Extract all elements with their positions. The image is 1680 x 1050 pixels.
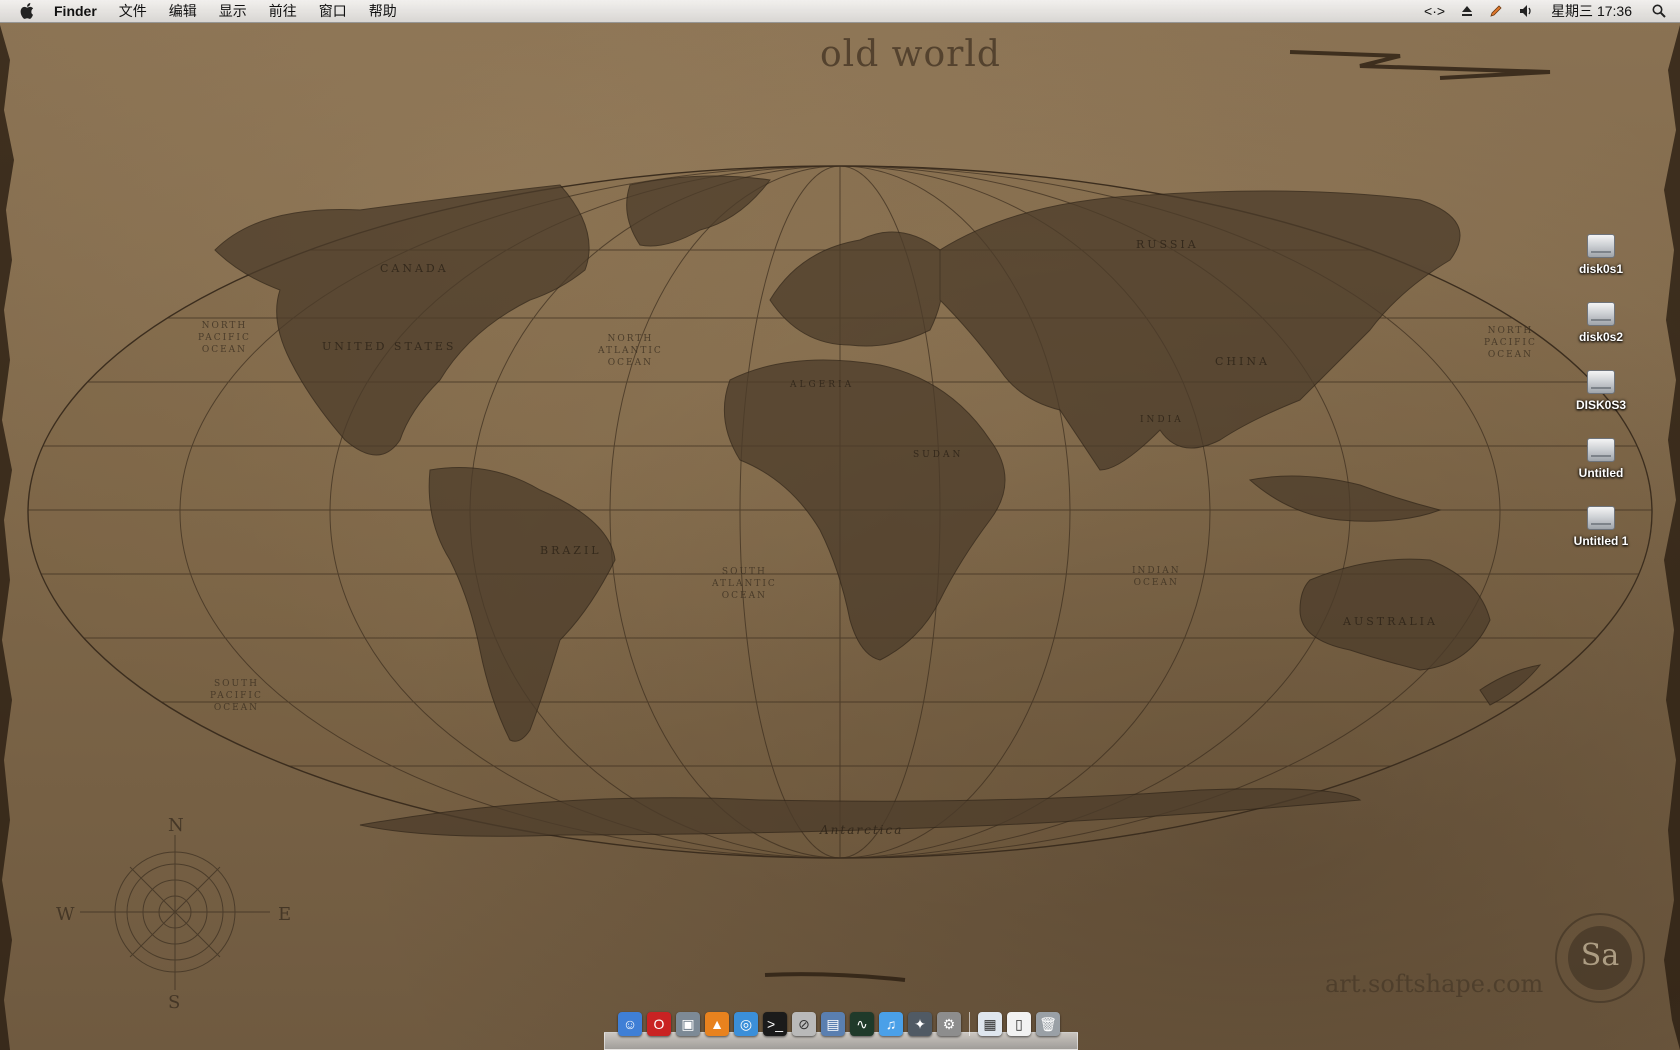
map-label-india: INDIA [1140, 415, 1184, 425]
itunes-glyph: ♫ [885, 1016, 897, 1032]
map-label-sudan: SUDAN [913, 450, 964, 460]
utility-app-glyph: ✦ [914, 1015, 926, 1032]
no-entry-app-glyph: ⊘ [798, 1015, 810, 1032]
map-label-algeria: ALGERIA [790, 380, 855, 390]
ocean-label-north-atlantic: NORTH ATLANTIC OCEAN [598, 334, 663, 368]
document-stack-icon[interactable]: ▯ [1007, 1012, 1031, 1036]
desktop-icon-untitled-1[interactable]: Untitled 1 [1561, 506, 1641, 548]
menubar-clock[interactable]: 星期三 17:36 [1543, 0, 1644, 22]
map-label-russia: RUSSIA [1136, 238, 1199, 251]
preview-glyph: ▣ [681, 1015, 695, 1032]
menu-app-finder[interactable]: Finder [38, 0, 108, 22]
menu-help[interactable]: 帮助 [358, 0, 408, 22]
desktop-icon-disk0s3[interactable]: DISK0S3 [1561, 370, 1641, 412]
map-label-united-states: UNITED STATES [322, 340, 457, 353]
wallpaper-title: old world [820, 34, 1001, 75]
seal-initials: Sa [1580, 938, 1620, 973]
document-stack-glyph: ▯ [1015, 1015, 1023, 1032]
compass-rose-graphic [80, 835, 270, 990]
pen-icon[interactable] [1481, 0, 1511, 22]
utility-app-icon[interactable]: ✦ [908, 1012, 932, 1036]
system-preferences-icon[interactable]: ⚙ [937, 1012, 961, 1036]
menu-view[interactable]: 显示 [208, 0, 258, 22]
external-drive-icon [1587, 302, 1615, 326]
itunes-icon[interactable]: ♫ [879, 1012, 903, 1036]
map-label-antarctica: Antarctica [820, 823, 904, 837]
activity-monitor-icon[interactable]: ∿ [850, 1012, 874, 1036]
volume-icon[interactable] [1511, 0, 1543, 22]
desktop-wallpaper: old world CANADA UNITED STATES BRAZIL RU… [0, 0, 1680, 1050]
desktop-icon-label: Untitled [1578, 466, 1624, 480]
safari-glyph: ◎ [739, 1015, 753, 1032]
vlc-glyph: ▲ [710, 1016, 724, 1032]
desktop-icon-label: DISK0S3 [1575, 398, 1627, 412]
opera-icon[interactable]: O [647, 1012, 671, 1036]
menu-go[interactable]: 前往 [258, 0, 308, 22]
no-entry-app-icon[interactable]: ⊘ [792, 1012, 816, 1036]
spotlight-search-icon[interactable] [1644, 0, 1680, 22]
vlc-icon[interactable]: ▲ [705, 1012, 729, 1036]
safari-icon[interactable]: ◎ [734, 1012, 758, 1036]
external-drive-icon [1587, 370, 1615, 394]
desktop-icon-label: disk0s1 [1578, 262, 1624, 276]
finder-glyph: ☺ [622, 1016, 638, 1032]
compass-north: N [168, 815, 184, 836]
world-map-graphic [0, 25, 1680, 1050]
photos-glyph: ▤ [826, 1015, 840, 1032]
script-icon[interactable]: <·> [1416, 0, 1453, 22]
compass-east: E [278, 904, 292, 925]
menu-window[interactable]: 窗口 [308, 0, 358, 22]
script-menu-glyph: <·> [1424, 3, 1446, 19]
map-label-china: CHINA [1215, 355, 1270, 368]
applications-stack-icon[interactable]: ▦ [978, 1012, 1002, 1036]
apple-logo-icon[interactable] [16, 0, 38, 22]
activity-monitor-glyph: ∿ [856, 1015, 868, 1032]
compass-south: S [168, 992, 181, 1013]
desktop-icon-disk0s1[interactable]: disk0s1 [1561, 234, 1641, 276]
terminal-glyph: >_ [767, 1016, 783, 1032]
system-preferences-glyph: ⚙ [942, 1015, 956, 1032]
ocean-label-north-pacific-east: NORTH PACIFIC OCEAN [1484, 326, 1537, 360]
terminal-icon[interactable]: >_ [763, 1012, 787, 1036]
finder-icon[interactable]: ☺ [618, 1012, 642, 1036]
map-label-canada: CANADA [380, 262, 449, 275]
preview-icon[interactable]: ▣ [676, 1012, 700, 1036]
compass-west: W [56, 904, 75, 925]
photos-icon[interactable]: ▤ [821, 1012, 845, 1036]
external-drive-icon [1587, 506, 1615, 530]
dock: ☺ O ▣ ▲ ◎ >_ ⊘ ▤ ∿ ♫ ✦ ⚙ ▦ ▯ 🗑 [604, 1008, 1078, 1050]
external-drive-icon [1587, 234, 1615, 258]
menu-bar: Finder 文件 编辑 显示 前往 窗口 帮助 <·> 星期三 17:36 [0, 0, 1680, 23]
map-label-brazil: BRAZIL [540, 544, 602, 557]
dock-separator [969, 1012, 970, 1036]
trash-glyph: 🗑 [1039, 1015, 1057, 1032]
menu-file[interactable]: 文件 [108, 0, 158, 22]
eject-icon[interactable] [1453, 0, 1481, 22]
ocean-label-south-atlantic: SOUTH ATLANTIC OCEAN [712, 567, 777, 601]
map-label-australia: AUSTRALIA [1343, 615, 1438, 628]
applications-stack-glyph: ▦ [983, 1015, 997, 1032]
wallpaper-credit: art.softshape.com [1325, 970, 1544, 998]
desktop-icon-untitled[interactable]: Untitled [1561, 438, 1641, 480]
external-drive-icon [1587, 438, 1615, 462]
trash-icon[interactable]: 🗑 [1036, 1012, 1060, 1036]
desktop-icon-disk0s2[interactable]: disk0s2 [1561, 302, 1641, 344]
ocean-label-indian: INDIAN OCEAN [1132, 566, 1181, 588]
desktop-icon-label: disk0s2 [1578, 330, 1624, 344]
ocean-label-south-pacific: SOUTH PACIFIC OCEAN [210, 679, 263, 713]
desktop-icon-label: Untitled 1 [1573, 534, 1629, 548]
dock-icons: ☺ O ▣ ▲ ◎ >_ ⊘ ▤ ∿ ♫ ✦ ⚙ ▦ ▯ 🗑 [618, 1012, 1060, 1036]
menu-edit[interactable]: 编辑 [158, 0, 208, 22]
ocean-label-north-pacific: NORTH PACIFIC OCEAN [198, 321, 251, 355]
opera-glyph: O [653, 1016, 665, 1032]
